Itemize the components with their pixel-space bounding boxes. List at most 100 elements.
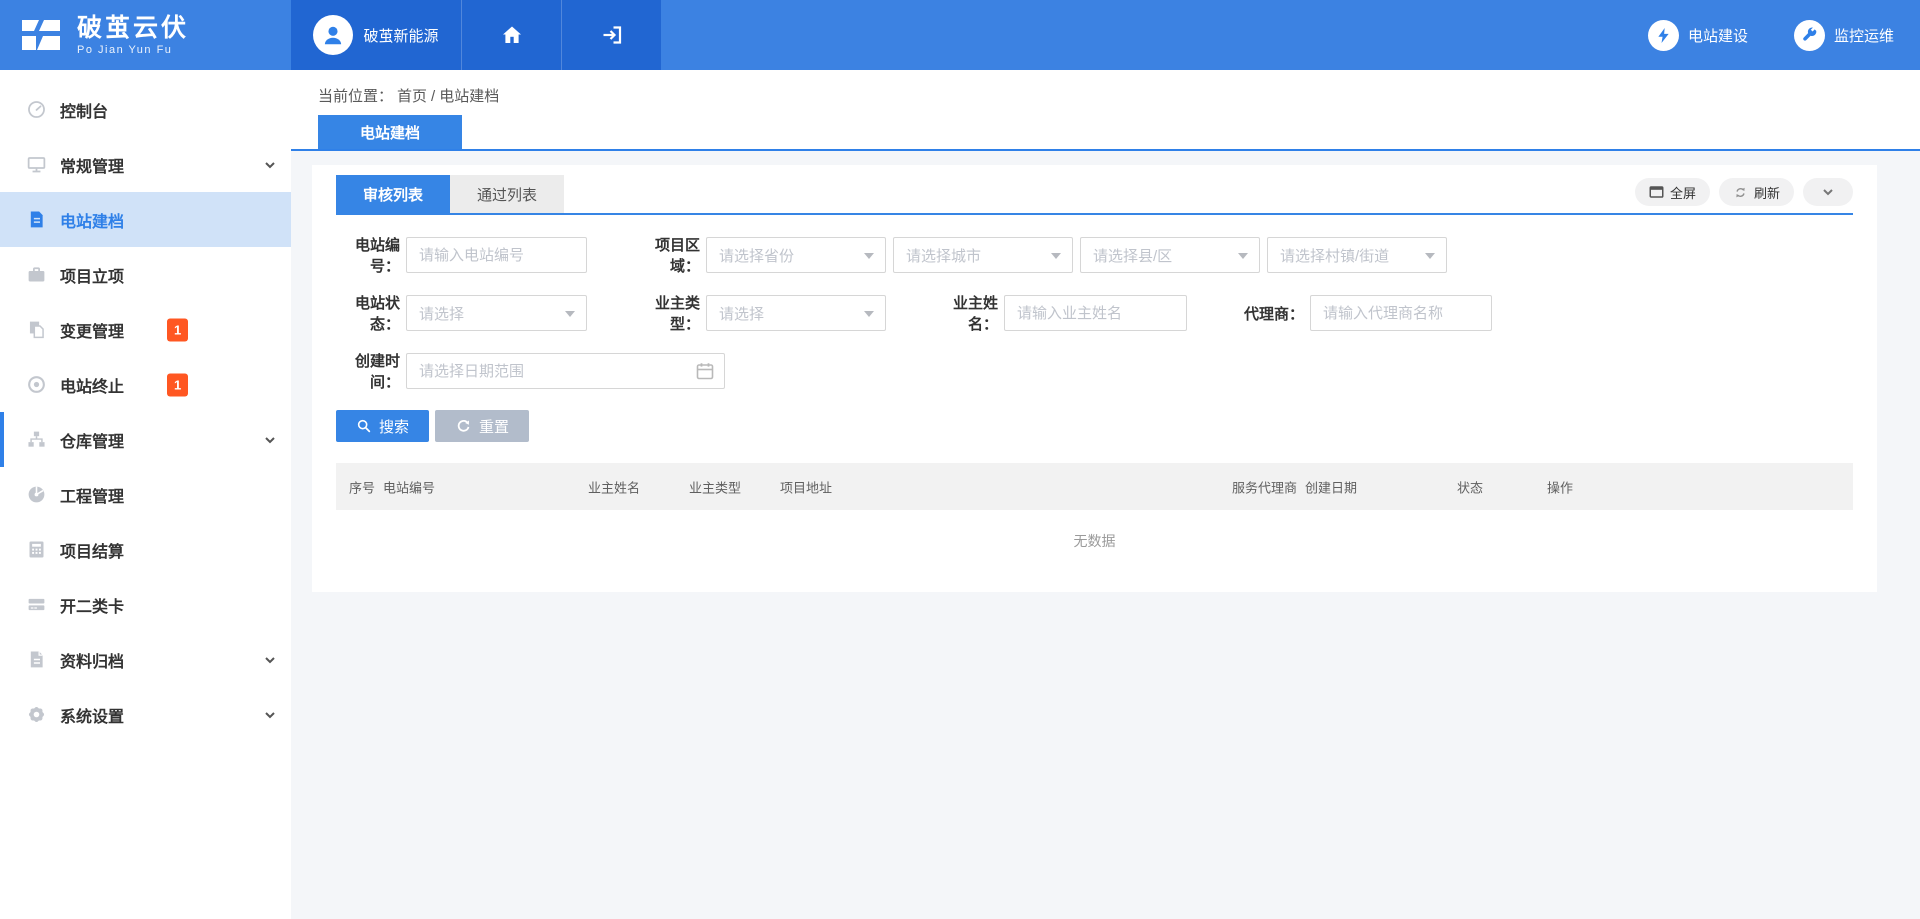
col-address: 项目地址 (780, 477, 832, 496)
chevron-down-icon (263, 433, 277, 447)
filter-row-3: 创建时间： (336, 353, 1853, 389)
agent-input[interactable] (1310, 295, 1492, 331)
city-select[interactable]: 请选择城市 (893, 237, 1073, 273)
station-no-label: 电站编号： (336, 234, 400, 276)
page-header: 当前位置：首页/电站建档 电站建档 (291, 70, 1920, 151)
archive-icon (25, 649, 47, 671)
navbar-modules: 电站建设 监控运维 (1648, 0, 1920, 70)
county-select[interactable]: 请选择县/区 (1080, 237, 1260, 273)
wrench-icon (1794, 20, 1825, 51)
briefcase-icon (25, 264, 47, 286)
chevron-down-icon (1821, 185, 1835, 199)
chevron-down-icon (1051, 253, 1061, 259)
monitor-icon (25, 154, 47, 176)
module-label: 电站建设 (1688, 25, 1748, 46)
province-select[interactable]: 请选择省份 (706, 237, 886, 273)
sidebar-item-console[interactable]: 控制台 (0, 82, 291, 137)
sidebar-item-label: 常规管理 (60, 153, 124, 177)
chevron-down-icon (864, 311, 874, 317)
sidebar-item-system-settings[interactable]: 系统设置 (0, 687, 291, 742)
date-range-picker[interactable] (406, 353, 725, 389)
sidebar-item-label: 控制台 (60, 98, 108, 122)
module-label: 监控运维 (1834, 25, 1894, 46)
station-status-select[interactable]: 请选择 (406, 295, 587, 331)
user-name: 破茧新能源 (363, 25, 438, 46)
table-header: 序号 电站编号 业主姓名 业主类型 项目地址 服务代理商 创建日期 状态 操作 (336, 463, 1853, 510)
chevron-down-icon (864, 253, 874, 259)
sidebar-item-project-initiation[interactable]: 项目立项 (0, 247, 291, 302)
sidebar-item-warehouse-mgmt[interactable]: 仓库管理 (0, 412, 291, 467)
region-label: 项目区域： (637, 234, 700, 276)
refresh-icon (1733, 185, 1748, 200)
breadcrumb-home-link[interactable]: 首页 (397, 88, 427, 105)
module-monitor-ops[interactable]: 监控运维 (1794, 20, 1894, 51)
panel-toolbar: 全屏 刷新 (1635, 178, 1853, 206)
sidebar-item-change-mgmt[interactable]: 变更管理 1 (0, 302, 291, 357)
station-no-input[interactable] (406, 237, 587, 273)
sitemap-icon (25, 429, 47, 451)
fullscreen-button[interactable]: 全屏 (1635, 178, 1710, 206)
fullscreen-icon (1649, 185, 1664, 199)
sidebar-item-station-filing[interactable]: 电站建档 (0, 192, 291, 247)
sidebar-item-label: 开二类卡 (60, 593, 124, 617)
module-station-build[interactable]: 电站建设 (1648, 20, 1748, 51)
app-title: 破茧云伏 (77, 15, 189, 42)
person-icon (320, 22, 346, 48)
reset-icon (455, 418, 472, 435)
search-button[interactable]: 搜索 (336, 410, 429, 442)
lightning-icon (1648, 20, 1679, 51)
chevron-down-icon (1238, 253, 1248, 259)
filter-row-2: 电站状态： 请选择 业主类型： 请选择 业主姓名： 代理商： (336, 295, 1853, 331)
record-icon (25, 374, 47, 396)
sidebar-item-label: 项目结算 (60, 538, 124, 562)
page-tab-station-filing[interactable]: 电站建档 (318, 115, 462, 149)
tab-review-list[interactable]: 审核列表 (336, 175, 450, 213)
col-station-no: 电站编号 (383, 477, 435, 496)
sidebar-item-project-settlement[interactable]: 项目结算 (0, 522, 291, 577)
search-icon (356, 418, 372, 434)
col-actions: 操作 (1547, 477, 1573, 496)
col-created: 创建日期 (1305, 477, 1357, 496)
breadcrumb: 当前位置：首页/电站建档 (291, 70, 1920, 106)
village-select[interactable]: 请选择村镇/街道 (1267, 237, 1447, 273)
home-icon (500, 23, 524, 47)
sidebar-item-data-archive[interactable]: 资料归档 (0, 632, 291, 687)
sidebar-item-open-card[interactable]: 开二类卡 (0, 577, 291, 632)
sidebar-item-label: 系统设置 (60, 703, 124, 727)
owner-type-label: 业主类型： (637, 292, 700, 334)
results-table: 序号 电站编号 业主姓名 业主类型 项目地址 服务代理商 创建日期 状态 操作 … (336, 463, 1853, 572)
chevron-down-icon (565, 311, 575, 317)
brand-logo-icon (18, 12, 64, 58)
sidebar-item-general-mgmt[interactable]: 常规管理 (0, 137, 291, 192)
logout-button[interactable] (561, 0, 661, 70)
breadcrumb-separator: / (431, 88, 435, 105)
sidebar-item-station-termination[interactable]: 电站终止 1 (0, 357, 291, 412)
sidebar: 控制台 常规管理 电站建档 项目立项 变更管理 1 电站终止 1 (0, 70, 291, 919)
created-date-label: 创建时间： (336, 350, 400, 392)
filter-actions: 搜索 重置 (336, 410, 1853, 442)
tab-approved-list[interactable]: 通过列表 (450, 175, 564, 213)
owner-name-label: 业主姓名： (934, 292, 998, 334)
main-content: 当前位置：首页/电站建档 电站建档 审核列表 通过列表 全屏 刷新 (291, 70, 1920, 919)
home-button[interactable] (461, 0, 561, 70)
card-icon (25, 594, 47, 616)
owner-type-select[interactable]: 请选择 (706, 295, 886, 331)
calculator-icon (25, 539, 47, 561)
sidebar-item-label: 仓库管理 (60, 428, 124, 452)
sidebar-item-label: 电站建档 (60, 208, 124, 232)
dashboard-icon (25, 99, 47, 121)
reset-button[interactable]: 重置 (435, 410, 529, 442)
refresh-button[interactable]: 刷新 (1719, 178, 1794, 206)
col-owner-type: 业主类型 (689, 477, 741, 496)
sidebar-item-engineering-mgmt[interactable]: 工程管理 (0, 467, 291, 522)
notification-badge: 1 (167, 373, 188, 396)
col-owner-name: 业主姓名 (588, 477, 640, 496)
navbar-user-section: 破茧新能源 (291, 0, 661, 70)
sidebar-item-label: 资料归档 (60, 648, 124, 672)
user-menu[interactable]: 破茧新能源 (291, 0, 461, 70)
filter-form: 电站编号： 项目区域： 请选择省份 请选择城市 请选择县/区 请选择村镇/街道 … (336, 237, 1853, 442)
owner-name-input[interactable] (1004, 295, 1187, 331)
collapse-toolbar-button[interactable] (1803, 178, 1853, 206)
chevron-down-icon (263, 708, 277, 722)
date-range-input[interactable] (406, 353, 725, 389)
